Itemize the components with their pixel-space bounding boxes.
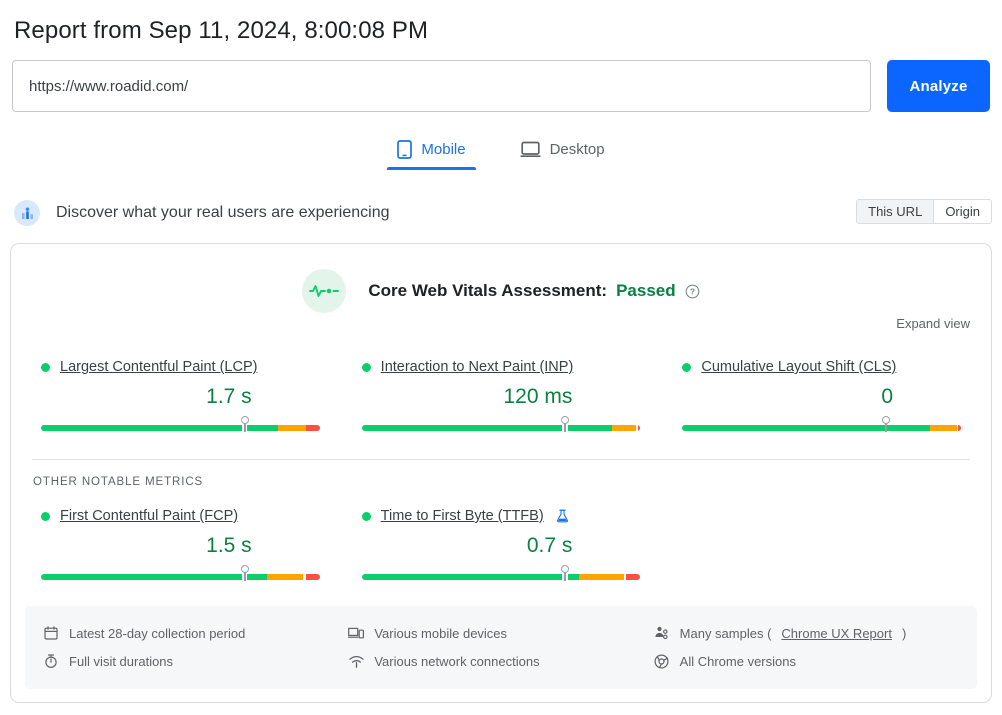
footer-column-3: Many samples ( Chrome UX Report) All Chro… bbox=[654, 619, 959, 675]
scope-toggle: This URL Origin bbox=[856, 199, 992, 224]
metric-fcp-value: 1.5 s bbox=[41, 534, 320, 558]
metric-inp-header: Interaction to Next Paint (INP) bbox=[362, 359, 641, 375]
metric-fcp: First Contentful Paint (FCP) 1.5 s bbox=[20, 508, 341, 581]
metric-ttfb-label[interactable]: Time to First Byte (TTFB) bbox=[381, 508, 544, 524]
metric-lcp: Largest Contentful Paint (LCP) 1.7 s bbox=[20, 359, 341, 432]
desktop-icon bbox=[520, 141, 541, 158]
metric-lcp-header: Largest Contentful Paint (LCP) bbox=[41, 359, 320, 375]
chrome-ux-report-link[interactable]: Chrome UX Report bbox=[781, 626, 892, 641]
metric-cls-value: 0 bbox=[682, 385, 961, 409]
metric-inp-value: 120 ms bbox=[362, 385, 641, 409]
metric-fcp-distribution bbox=[41, 565, 320, 581]
pulse-icon bbox=[302, 269, 346, 313]
footer-samples-label-after: ) bbox=[902, 626, 906, 641]
mobile-icon bbox=[397, 140, 412, 159]
metric-fcp-label[interactable]: First Contentful Paint (FCP) bbox=[60, 508, 238, 524]
pagespeed-report: Report from Sep 11, 2024, 8:00:08 PM Ana… bbox=[0, 0, 1002, 715]
url-input[interactable] bbox=[12, 60, 871, 112]
footer-visit-durations: Full visit durations bbox=[43, 647, 348, 675]
metric-cls-distribution bbox=[682, 416, 961, 432]
svg-text:?: ? bbox=[690, 286, 695, 296]
metric-ttfb: Time to First Byte (TTFB) 0.7 s bbox=[341, 508, 662, 581]
metric-cls: Cumulative Layout Shift (CLS) 0 bbox=[661, 359, 982, 432]
status-dot-good bbox=[41, 363, 50, 372]
page-title: Report from Sep 11, 2024, 8:00:08 PM bbox=[10, 0, 992, 45]
other-metrics-heading: OTHER NOTABLE METRICS bbox=[11, 460, 991, 488]
metric-ttfb-header: Time to First Byte (TTFB) bbox=[362, 508, 641, 524]
footer-column-2: Various mobile devices Various network c… bbox=[348, 619, 653, 675]
stopwatch-icon bbox=[43, 653, 59, 669]
field-data-icon bbox=[14, 200, 40, 226]
help-circle-icon[interactable]: ? bbox=[685, 284, 700, 299]
status-dot-good bbox=[41, 512, 50, 521]
status-dot-good bbox=[362, 363, 371, 372]
footer-samples: Many samples ( Chrome UX Report) bbox=[654, 619, 959, 647]
scope-origin[interactable]: Origin bbox=[933, 200, 991, 223]
tab-desktop[interactable]: Desktop bbox=[510, 134, 615, 170]
expand-view-button[interactable]: Expand view bbox=[896, 316, 970, 331]
metric-lcp-distribution bbox=[41, 416, 320, 432]
metric-cls-header: Cumulative Layout Shift (CLS) bbox=[682, 359, 961, 375]
chrome-icon bbox=[654, 653, 670, 669]
scope-this-url[interactable]: This URL bbox=[857, 200, 933, 223]
cwv-assessment-result: Passed bbox=[616, 281, 676, 301]
other-metrics-row: First Contentful Paint (FCP) 1.5 s bbox=[11, 508, 991, 581]
footer-samples-label: Many samples ( bbox=[680, 626, 772, 641]
url-form: Analyze bbox=[10, 60, 992, 112]
analyze-button[interactable]: Analyze bbox=[887, 60, 990, 112]
calendar-icon bbox=[43, 625, 59, 641]
metric-inp-marker bbox=[561, 416, 569, 432]
tab-mobile[interactable]: Mobile bbox=[387, 134, 475, 170]
cwv-assessment-title: Core Web Vitals Assessment: Passed ? bbox=[368, 281, 699, 301]
metric-ttfb-value: 0.7 s bbox=[362, 534, 641, 558]
footer-devices-label: Various mobile devices bbox=[374, 626, 507, 641]
field-data-footer: Latest 28-day collection period Full vis… bbox=[25, 606, 977, 689]
footer-network: Various network connections bbox=[348, 647, 653, 675]
field-data-card: Core Web Vitals Assessment: Passed ? Exp… bbox=[10, 243, 992, 703]
samples-icon bbox=[654, 625, 670, 641]
footer-collection-period: Latest 28-day collection period bbox=[43, 619, 348, 647]
footer-chrome-versions-label: All Chrome versions bbox=[680, 654, 796, 669]
metric-cls-marker bbox=[882, 416, 890, 432]
field-data-header: Discover what your real users are experi… bbox=[10, 194, 992, 232]
metric-fcp-marker bbox=[241, 565, 249, 581]
footer-collection-period-label: Latest 28-day collection period bbox=[69, 626, 245, 641]
wifi-icon bbox=[348, 653, 364, 669]
metric-inp: Interaction to Next Paint (INP) 120 ms bbox=[341, 359, 662, 432]
footer-column-1: Latest 28-day collection period Full vis… bbox=[43, 619, 348, 675]
metric-lcp-marker bbox=[241, 416, 249, 432]
flask-icon bbox=[556, 509, 569, 523]
metric-lcp-label[interactable]: Largest Contentful Paint (LCP) bbox=[60, 359, 257, 375]
devices-icon bbox=[348, 625, 364, 641]
tab-mobile-label: Mobile bbox=[421, 141, 465, 158]
footer-network-label: Various network connections bbox=[374, 654, 539, 669]
metric-ttfb-distribution bbox=[362, 565, 641, 581]
core-metrics-row: Largest Contentful Paint (LCP) 1.7 s bbox=[11, 359, 991, 432]
metric-fcp-header: First Contentful Paint (FCP) bbox=[41, 508, 320, 524]
status-dot-good bbox=[682, 363, 691, 372]
footer-chrome-versions: All Chrome versions bbox=[654, 647, 959, 675]
metric-cls-label[interactable]: Cumulative Layout Shift (CLS) bbox=[701, 359, 896, 375]
metric-inp-label[interactable]: Interaction to Next Paint (INP) bbox=[381, 359, 574, 375]
field-data-label: Discover what your real users are experi… bbox=[56, 204, 389, 222]
footer-visit-durations-label: Full visit durations bbox=[69, 654, 173, 669]
cwv-assessment-header: Core Web Vitals Assessment: Passed ? bbox=[11, 244, 991, 313]
status-dot-good bbox=[362, 512, 371, 521]
metric-lcp-value: 1.7 s bbox=[41, 385, 320, 409]
cwv-assessment-label: Core Web Vitals Assessment: bbox=[368, 281, 607, 301]
tab-desktop-label: Desktop bbox=[550, 141, 605, 158]
metric-ttfb-marker bbox=[561, 565, 569, 581]
metric-inp-distribution bbox=[362, 416, 641, 432]
form-factor-tabs: Mobile Desktop bbox=[10, 134, 992, 170]
metric-placeholder bbox=[661, 508, 982, 581]
footer-devices: Various mobile devices bbox=[348, 619, 653, 647]
